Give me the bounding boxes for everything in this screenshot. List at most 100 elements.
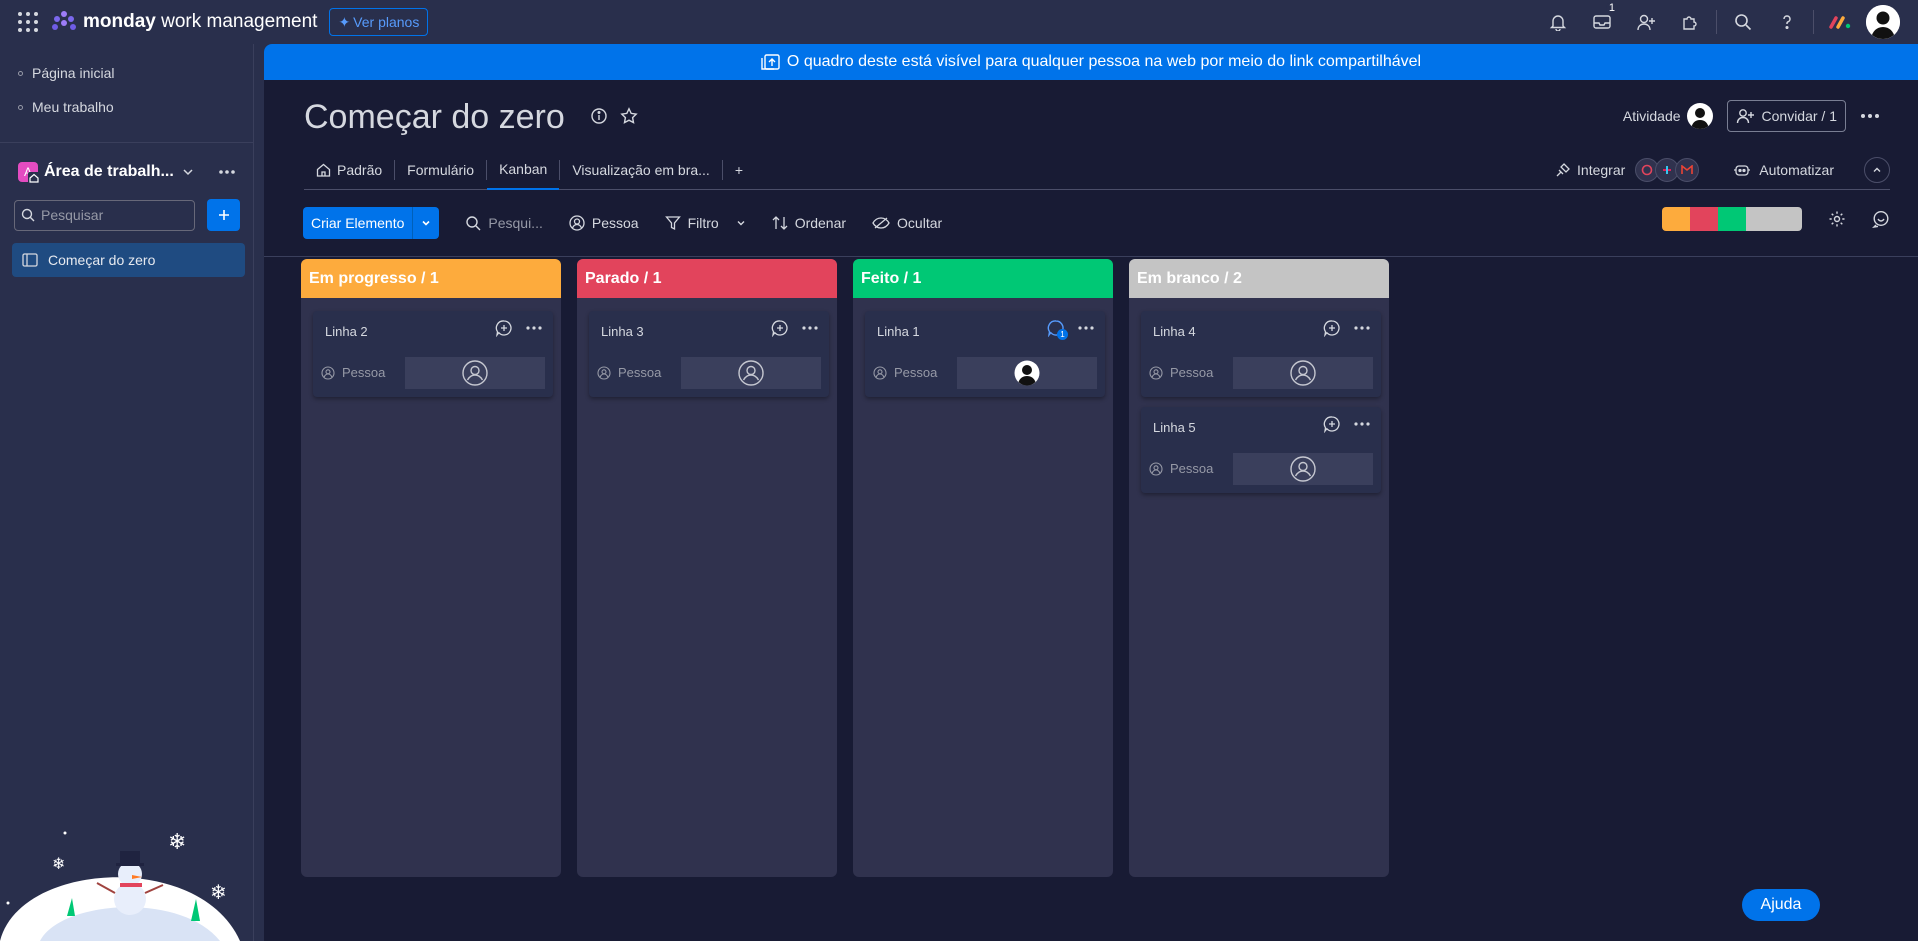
workspace-name: Área de trabalh... [44,163,174,180]
see-plans-button[interactable]: ✦ Ver planos [329,8,429,36]
status-color-swatch [1690,207,1718,231]
sidebar-item-home[interactable]: Página inicial [0,56,253,90]
home-icon [316,163,331,177]
sort-button[interactable]: Ordenar [772,215,846,231]
activity-button[interactable]: Atividade [1623,103,1713,129]
sparkle-icon: ✦ [338,13,351,30]
filter-button[interactable]: Filtro [664,215,746,231]
add-update-icon[interactable] [495,319,513,337]
card-item-name: Linha 4 [1153,324,1196,339]
help-button[interactable]: Ajuda [1742,889,1820,921]
person-icon [1149,461,1163,476]
help-question-icon[interactable] [1765,0,1809,44]
monday-logo[interactable]: monday work management [51,11,317,33]
brand-name: monday work management [83,11,318,32]
updates-count-badge: 1 [1057,329,1068,340]
person-field-label: Pessoa [1149,365,1213,380]
workspace-selector[interactable]: A Área de trabalh... [0,155,253,189]
add-view-button[interactable]: + [723,150,755,190]
star-favorite-icon[interactable] [620,107,638,125]
kanban-column-header[interactable]: Em progresso / 1 [301,259,561,298]
info-icon[interactable] [590,107,608,125]
person-cell[interactable] [1233,453,1373,485]
kanban-column-header[interactable]: Em branco / 2 [1129,259,1389,298]
person-field-label: Pessoa [873,365,937,380]
person-cell[interactable] [1233,357,1373,389]
sidebar-item-my-work[interactable]: Meu trabalho [0,90,253,124]
workspace-badge: A [18,162,40,184]
tab-form[interactable]: Formulário [395,150,486,190]
status-color-bar[interactable] [1662,207,1802,231]
sidebar: Página inicial Meu trabalho A Área de tr… [0,44,254,941]
more-options-icon[interactable] [525,325,543,331]
apps-grid-icon[interactable] [17,11,39,33]
person-field-label: Pessoa [321,365,385,380]
tab-default[interactable]: Padrão [304,150,394,190]
bullet-icon [18,70,23,76]
kanban-card[interactable]: Linha 1 1 Pessoa [865,311,1105,397]
add-update-icon[interactable] [1323,415,1341,433]
kanban-column: Em branco / 2 Linha 4 Pessoa Linha 5 Pes… [1129,259,1389,877]
inbox-icon[interactable]: 1 [1580,0,1624,44]
user-avatar[interactable] [1866,5,1900,39]
automate-button[interactable]: Automatizar [1733,162,1834,178]
person-cell[interactable] [681,357,821,389]
board-icon [22,253,38,267]
chevron-down-icon[interactable] [413,207,439,239]
person-icon [597,365,611,380]
person-icon [569,215,585,231]
invite-members-icon[interactable] [1624,0,1668,44]
invite-button[interactable]: Convidar / 1 [1726,100,1846,132]
share-banner: O quadro deste está visível para qualque… [264,44,1918,80]
kanban-card[interactable]: Linha 3 Pessoa [589,311,829,397]
more-options-icon[interactable] [1353,325,1371,331]
tab-kanban[interactable]: Kanban [487,150,560,190]
chat-bubble-icon[interactable] [1872,210,1890,228]
monday-apps-logo-icon[interactable] [1818,0,1862,44]
add-board-button[interactable] [207,199,240,231]
notifications-bell-icon[interactable] [1536,0,1580,44]
toolbar-divider [264,256,1918,257]
person-icon [873,365,887,380]
board-title[interactable]: Começar do zero [304,98,565,137]
more-options-icon[interactable] [1353,421,1371,427]
chevron-down-icon[interactable] [736,218,746,228]
card-item-name: Linha 3 [601,324,644,339]
tab-blank-view[interactable]: Visualização em bra... [560,150,721,190]
card-item-name: Linha 5 [1153,420,1196,435]
integrate-button[interactable]: Integrar [1555,158,1700,182]
more-options-icon[interactable] [801,325,819,331]
collapse-header-button[interactable] [1864,157,1890,183]
add-update-icon[interactable] [771,319,789,337]
more-options-icon[interactable] [218,169,236,175]
svg-text:❄: ❄ [82,881,90,892]
person-cell[interactable] [405,357,545,389]
chevron-down-icon[interactable] [182,166,194,178]
board-search-input[interactable]: Pesqui... [465,215,543,231]
hide-button[interactable]: Ocultar [872,215,942,231]
kanban-card[interactable]: Linha 2 Pessoa [313,311,553,397]
eye-hidden-icon [872,216,890,230]
sidebar-item-board[interactable]: Começar do zero [12,243,245,277]
board-main-area: O quadro deste está visível para qualque… [264,44,1918,941]
card-item-name: Linha 1 [877,324,920,339]
create-item-button[interactable]: Criar Elemento [303,207,440,239]
sidebar-search-input[interactable]: Pesquisar [14,199,195,231]
updates-icon[interactable]: 1 [1047,319,1068,340]
apps-marketplace-icon[interactable] [1668,0,1712,44]
kanban-column-header[interactable]: Parado / 1 [577,259,837,298]
kanban-column: Em progresso / 1 Linha 2 Pessoa [301,259,561,877]
kanban-column-header[interactable]: Feito / 1 [853,259,1113,298]
plus-icon [218,209,230,221]
svg-text:❄: ❄ [168,830,186,855]
search-icon[interactable] [1721,0,1765,44]
kanban-card[interactable]: Linha 4 Pessoa [1141,311,1381,397]
settings-gear-icon[interactable] [1828,210,1846,228]
add-update-icon[interactable] [1323,319,1341,337]
kanban-card[interactable]: Linha 5 Pessoa [1141,407,1381,493]
person-cell[interactable] [957,357,1097,389]
more-options-icon[interactable] [1860,113,1880,119]
more-options-icon[interactable] [1077,325,1095,331]
search-icon [465,215,481,231]
person-filter-button[interactable]: Pessoa [569,215,639,231]
